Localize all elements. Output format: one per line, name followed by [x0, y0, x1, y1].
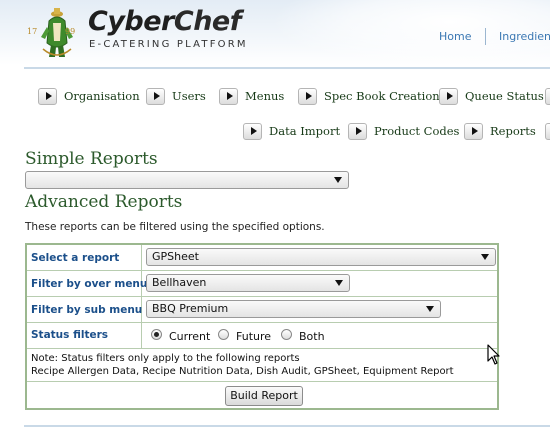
status-note-line1: Note: Status filters only apply to the f… [31, 353, 300, 364]
nav-label: Reports [490, 124, 536, 138]
logo-word-cyber: Cyber [88, 6, 174, 37]
play-icon [219, 87, 238, 105]
play-icon [464, 122, 483, 140]
nav-users[interactable]: Users [146, 85, 206, 107]
nav-menus[interactable]: Menus [219, 85, 284, 107]
dropdown-arrow-icon [335, 280, 343, 286]
nav-organisation[interactable]: Organisation [38, 85, 140, 107]
nav-product-codes[interactable]: Product Codes [348, 120, 459, 142]
dropdown-arrow-icon [334, 177, 342, 183]
row-select-report: Select a report GPSheet [27, 245, 497, 271]
play-icon [38, 87, 57, 105]
play-icon [146, 87, 165, 105]
footer-divider [24, 425, 550, 427]
logo-word-chef: Chef [173, 6, 242, 37]
select-report-value: GPSheet [152, 250, 199, 263]
radio-current[interactable] [151, 329, 162, 340]
advanced-reports-description: These reports can be filtered using the … [25, 221, 325, 233]
nav-label: Menus [245, 89, 285, 103]
nav-label: Spec Book Creation [324, 89, 440, 103]
advanced-reports-heading: Advanced Reports [25, 192, 183, 212]
over-menu-value: Bellhaven [152, 276, 207, 289]
nav-reports[interactable]: Reports [464, 120, 536, 142]
mouse-cursor-icon [487, 344, 500, 365]
nav-overflow-button-2[interactable] [545, 120, 550, 142]
status-note-line2: Recipe Allergen Data, Recipe Nutrition D… [31, 366, 454, 377]
over-menu-label: Filter by over menu [31, 278, 148, 290]
radio-both-label: Both [299, 330, 325, 343]
nav-data-import[interactable]: Data Import [243, 120, 340, 142]
over-menu-dropdown[interactable]: Bellhaven [146, 274, 350, 292]
play-icon [439, 87, 458, 105]
header: 17 99 CyberChef E-CATERING PLATFORM Home… [0, 0, 550, 70]
status-filters-label: Status filters [31, 329, 109, 341]
dropdown-arrow-icon [426, 306, 434, 312]
nav-label: Product Codes [374, 124, 460, 138]
play-icon [545, 87, 550, 105]
nav-label: Organisation [64, 89, 140, 103]
play-icon [243, 122, 262, 140]
build-report-button[interactable]: Build Report [225, 386, 303, 406]
sub-menu-label: Filter by sub menu [31, 304, 143, 316]
top-link-ingredients[interactable]: Ingredien [499, 30, 550, 43]
simple-reports-select[interactable] [25, 171, 349, 189]
row-sub-menu: Filter by sub menu BBQ Premium [27, 297, 497, 323]
select-report-label: Select a report [31, 252, 120, 264]
nav-label: Data Import [269, 124, 341, 138]
row-status-filters: Status filters Current Future Both [27, 323, 497, 349]
note-divider [27, 381, 497, 382]
sub-menu-dropdown[interactable]: BBQ Premium [146, 300, 441, 318]
simple-reports-heading: Simple Reports [25, 149, 158, 169]
radio-future[interactable] [218, 329, 229, 340]
play-icon [545, 122, 550, 140]
radio-current-label: Current [169, 330, 211, 343]
nav-label: Queue Status [465, 89, 544, 103]
row-over-menu: Filter by over menu Bellhaven [27, 271, 497, 297]
advanced-reports-panel: Select a report GPSheet Filter by over m… [25, 243, 499, 410]
top-link-separator [485, 28, 486, 45]
app-logo-title: CyberChef [88, 6, 241, 37]
nav-overflow-button[interactable] [545, 85, 550, 107]
app-tagline: E-CATERING PLATFORM [89, 39, 248, 50]
crest-year-left: 17 [27, 27, 38, 36]
top-link-home[interactable]: Home [439, 30, 471, 43]
nav-queue-status[interactable]: Queue Status [439, 85, 544, 107]
radio-both[interactable] [281, 329, 292, 340]
crest-year-right: 99 [65, 27, 76, 36]
select-report-dropdown[interactable]: GPSheet [146, 248, 496, 266]
crest-logo: 17 99 [27, 3, 87, 61]
play-icon [298, 87, 317, 105]
dropdown-arrow-icon [481, 254, 489, 260]
nav-label: Users [172, 89, 206, 103]
sub-menu-value: BBQ Premium [152, 302, 229, 315]
header-divider [24, 67, 550, 69]
nav-spec-book-creation[interactable]: Spec Book Creation [298, 85, 440, 107]
radio-future-label: Future [236, 330, 272, 343]
play-icon [348, 122, 367, 140]
